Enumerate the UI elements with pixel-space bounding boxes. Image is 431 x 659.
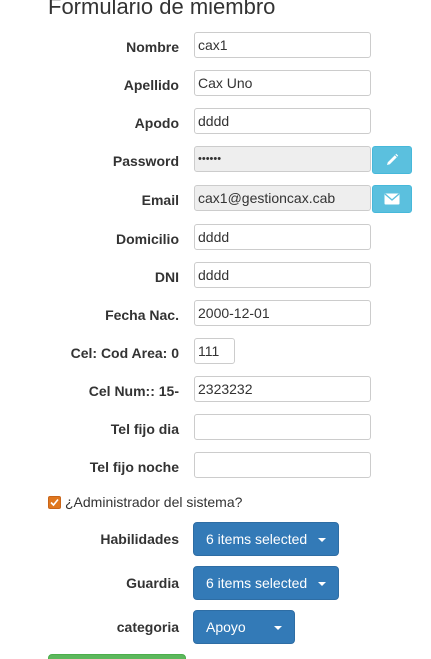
dni-input[interactable]: dddd (194, 262, 371, 288)
email-row: Email cax1@gestioncax.cab (0, 183, 431, 215)
tel-fijo-noche-label: Tel fijo noche (89, 459, 179, 475)
habilidades-row: Habilidades 6 items selected (0, 522, 431, 556)
cel-cod-area-row: Cel: Cod Area: 0 111 (0, 337, 431, 369)
admin-checkbox-row[interactable]: ¿Administrador del sistema? (48, 490, 242, 514)
envelope-icon (384, 193, 400, 205)
domicilio-input[interactable]: dddd (194, 224, 371, 250)
habilidades-label: Habilidades (100, 531, 179, 547)
guardia-selected: 6 items selected (206, 575, 308, 591)
caret-down-icon (318, 538, 326, 542)
caret-down-icon (318, 582, 326, 586)
password-row: Password •••••• (0, 145, 431, 177)
nombre-row: Nombre cax1 (0, 31, 431, 63)
apellido-input[interactable]: Cax Uno (194, 70, 371, 96)
member-form-page: Formulario de miembro Nombre cax1 Apelli… (0, 0, 431, 659)
fecha-nac-label: Fecha Nac. (105, 307, 179, 323)
nombre-label: Nombre (126, 39, 179, 55)
apodo-input[interactable]: dddd (194, 108, 371, 134)
password-label: Password (112, 153, 179, 169)
fecha-nac-row: Fecha Nac. 2000-12-01 (0, 299, 431, 331)
admin-checkbox-label: ¿Administrador del sistema? (65, 494, 243, 510)
cel-cod-area-label: Cel: Cod Area: 0 (70, 345, 179, 361)
cel-cod-area-input[interactable]: 111 (194, 338, 235, 364)
nombre-input[interactable]: cax1 (194, 32, 371, 58)
submit-button[interactable] (48, 654, 186, 659)
categoria-select[interactable]: Apoyo (193, 610, 295, 644)
habilidades-selected: 6 items selected (206, 531, 308, 547)
habilidades-select[interactable]: 6 items selected (193, 522, 339, 556)
page-title: Formulario de miembro (48, 0, 276, 19)
tel-fijo-noche-input[interactable] (194, 452, 371, 478)
password-input[interactable]: •••••• (194, 146, 371, 172)
dni-label: DNI (154, 269, 179, 285)
apellido-label: Apellido (123, 77, 179, 93)
email-input[interactable]: cax1@gestioncax.cab (194, 185, 371, 211)
pencil-icon (387, 153, 399, 165)
fecha-nac-input[interactable]: 2000-12-01 (194, 300, 371, 326)
dni-row: DNI dddd (0, 261, 431, 293)
guardia-label: Guardia (126, 575, 179, 591)
categoria-label: categoria (116, 619, 179, 635)
caret-down-icon (274, 626, 282, 630)
check-icon (50, 498, 59, 506)
tel-fijo-dia-label: Tel fijo dia (110, 421, 179, 437)
guardia-row: Guardia 6 items selected (0, 566, 431, 600)
tel-fijo-dia-row: Tel fijo dia (0, 413, 431, 445)
categoria-row: categoria Apoyo (0, 610, 431, 644)
categoria-selected: Apoyo (206, 619, 246, 635)
apellido-row: Apellido Cax Uno (0, 69, 431, 101)
cel-num-row: Cel Num:: 15- 2323232 (0, 375, 431, 407)
edit-password-button[interactable] (372, 146, 412, 174)
domicilio-row: Domicilio dddd (0, 223, 431, 255)
apodo-label: Apodo (134, 115, 179, 131)
cel-num-input[interactable]: 2323232 (194, 376, 371, 402)
apodo-row: Apodo dddd (0, 107, 431, 139)
cel-num-label: Cel Num:: 15- (88, 383, 179, 399)
email-label: Email (141, 192, 179, 208)
send-email-button[interactable] (372, 185, 412, 213)
tel-fijo-noche-row: Tel fijo noche (0, 451, 431, 483)
domicilio-label: Domicilio (115, 231, 179, 247)
guardia-select[interactable]: 6 items selected (193, 566, 339, 600)
admin-checkbox[interactable] (48, 495, 61, 509)
tel-fijo-dia-input[interactable] (194, 414, 371, 440)
